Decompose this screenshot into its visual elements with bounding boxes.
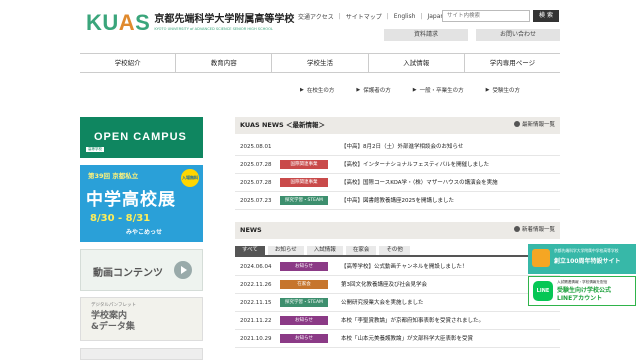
open-campus-tag: 高等学校	[86, 147, 104, 152]
fair-venue: みやこめっせ	[126, 229, 163, 236]
video-content-banner[interactable]: 動画コンテンツ	[80, 249, 203, 291]
video-label: 動画コンテンツ	[93, 268, 163, 279]
anniversary-title: 創立100周年特設サイト	[554, 258, 621, 265]
news-row[interactable]: 2025.08.01 【中高】8月2日（土）外部進学相談会のお知らせ	[235, 138, 560, 156]
arrow-circle-icon	[513, 226, 520, 232]
category-badge: お知らせ	[280, 316, 328, 325]
category-badge: お知らせ	[280, 334, 328, 343]
news-title: NEWS	[240, 226, 262, 234]
pamphlet-subtitle: デジタルパンフレット	[91, 303, 136, 308]
nav-internal[interactable]: 学内専用ページ	[463, 54, 560, 72]
news-row[interactable]: 2025.07.23 探究学習・STEAM 【中高】図書館教養講座2025を開講…	[235, 192, 560, 210]
logo-english-name: KYOTO UNIVERSITY of ADVANCED SCIENCE SEN…	[154, 27, 273, 31]
play-icon	[174, 261, 192, 279]
tab-other[interactable]: その他	[379, 246, 410, 255]
anniversary-subtitle: 京都先端科学大学附属中学校高等学校	[554, 248, 619, 253]
category-badge: 国際関連事業	[280, 178, 328, 187]
arrow-icon: ▶	[356, 87, 361, 93]
access-link[interactable]: 交通アクセス	[298, 12, 334, 21]
tab-all[interactable]: すべて	[235, 246, 265, 255]
news-row[interactable]: 2022.11.26 在家会 第3回文化教養講座及び社会見学会	[235, 276, 560, 294]
tab-association[interactable]: 在家会	[345, 246, 377, 255]
news-row[interactable]: 2024.06.04 お知らせ 【高等学校】公式動画チャンネルを開設しました！	[235, 258, 560, 276]
category-badge: 在家会	[280, 280, 328, 289]
kuas-news-title: KUAS NEWS ＜最新情報＞	[240, 121, 325, 129]
line-subtitle: 入試関連情報・学校情報を配信	[557, 280, 608, 284]
logo-school-name: 京都先端科学大学附属高等学校	[154, 14, 295, 25]
pamphlet-banner[interactable]: デジタルパンフレット 学校案内 &データ集	[80, 297, 203, 341]
fair-heading: 第39回 京都私立	[88, 172, 139, 180]
sitemap-link[interactable]: サイトマップ	[346, 12, 382, 21]
nav-about[interactable]: 学校紹介	[80, 54, 175, 72]
tab-notices[interactable]: お知らせ	[267, 246, 304, 255]
tab-admissions[interactable]: 入試情報	[306, 246, 343, 255]
audience-applicants[interactable]: ▶ 受験生の方	[486, 86, 520, 94]
free-entry-badge: 入場無料	[181, 169, 199, 187]
fair-title: 中学高校展	[86, 190, 176, 210]
news-row[interactable]: 2022.11.15 探究学習・STEAM 公開研究授業大会を実施しました	[235, 294, 560, 312]
english-link[interactable]: English	[394, 13, 416, 20]
news-row[interactable]: 2025.07.28 国際関連事業 【高校】国際コースKOA学・（株）マザーハウ…	[235, 174, 560, 192]
search-button[interactable]: 検 索	[533, 10, 559, 22]
anniversary-site-banner[interactable]: 京都先端科学大学附属中学校高等学校 創立100周年特設サイト	[528, 244, 636, 274]
kuas-news-more-link[interactable]: 最新情報一覧	[513, 117, 555, 134]
news-tabs: すべて お知らせ 入試情報 在家会 その他	[235, 246, 560, 257]
anniversary-icon	[532, 249, 550, 267]
open-campus-title: OPEN CAMPUS	[94, 131, 187, 143]
audience-parents[interactable]: ▶ 保護者の方	[356, 86, 390, 94]
audience-alumni[interactable]: ▶ 一般・卒業生の方	[413, 86, 464, 94]
audience-nav: ▶ 在校生の方 ▶ 保護者の方 ▶ 一般・卒業生の方 ▶ 受験生の方	[300, 86, 542, 94]
line-icon: LINE	[533, 281, 553, 301]
line-account-banner[interactable]: LINE 入試関連情報・学校情報を配信 受験生向け学校公式 LINEアカウント	[528, 276, 636, 306]
contact-button[interactable]: お問い合わせ	[476, 29, 560, 41]
news-row[interactable]: 2021.11.22 お知らせ 本校「李聖賞教論」が京都府知事表彰を受賞されまし…	[235, 312, 560, 330]
arrow-icon: ▶	[412, 87, 417, 93]
pamphlet-title: 学校案内 &データ集	[91, 311, 135, 332]
category-badge: 探究学習・STEAM	[280, 298, 328, 307]
category-badge: 国際関連事業	[280, 160, 328, 169]
category-badge: お知らせ	[280, 262, 328, 271]
news-row[interactable]: 2021.10.29 お知らせ 本校「山本元美養護教論」が文部科学大臣表彰を受賞	[235, 330, 560, 348]
news-header: NEWS 新着情報一覧	[235, 222, 560, 239]
site-logo[interactable]: KUAS 京都先端科学大学附属高等学校 KYOTO UNIVERSITY of …	[86, 12, 294, 34]
nav-admissions[interactable]: 入試情報	[367, 54, 464, 72]
nav-education[interactable]: 教育内容	[175, 54, 271, 72]
utility-links: 交通アクセス | サイトマップ | English | Japan	[298, 12, 445, 21]
open-campus-banner[interactable]: OPEN CAMPUS 高等学校	[80, 117, 203, 158]
arrow-circle-icon	[513, 121, 520, 127]
arrow-icon: ▶	[300, 87, 304, 93]
extra-banner[interactable]	[80, 348, 203, 360]
nav-school-life[interactable]: 学校生活	[271, 54, 367, 72]
search-input[interactable]	[442, 10, 530, 22]
line-title: 受験生向け学校公式 LINEアカウント	[557, 287, 612, 302]
news-more-link[interactable]: 新着情報一覧	[513, 222, 555, 239]
global-nav: 学校紹介 教育内容 学校生活 入試情報 学内専用ページ	[80, 53, 560, 73]
fair-date: 8/30 - 8/31	[90, 213, 151, 224]
kuas-news-header: KUAS NEWS ＜最新情報＞ 最新情報一覧	[235, 117, 560, 134]
logo-mark: KUAS	[86, 10, 151, 35]
request-materials-button[interactable]: 資料請求	[384, 29, 468, 41]
news-row[interactable]: 2025.07.28 国際関連事業 【高校】インターナショナルフェスティバルを開…	[235, 156, 560, 174]
school-fair-banner[interactable]: 第39回 京都私立 中学高校展 8/30 - 8/31 みやこめっせ 入場無料	[80, 165, 203, 242]
category-badge: 探究学習・STEAM	[280, 196, 328, 205]
arrow-icon: ▶	[485, 87, 490, 93]
audience-students[interactable]: ▶ 在校生の方	[300, 86, 334, 94]
